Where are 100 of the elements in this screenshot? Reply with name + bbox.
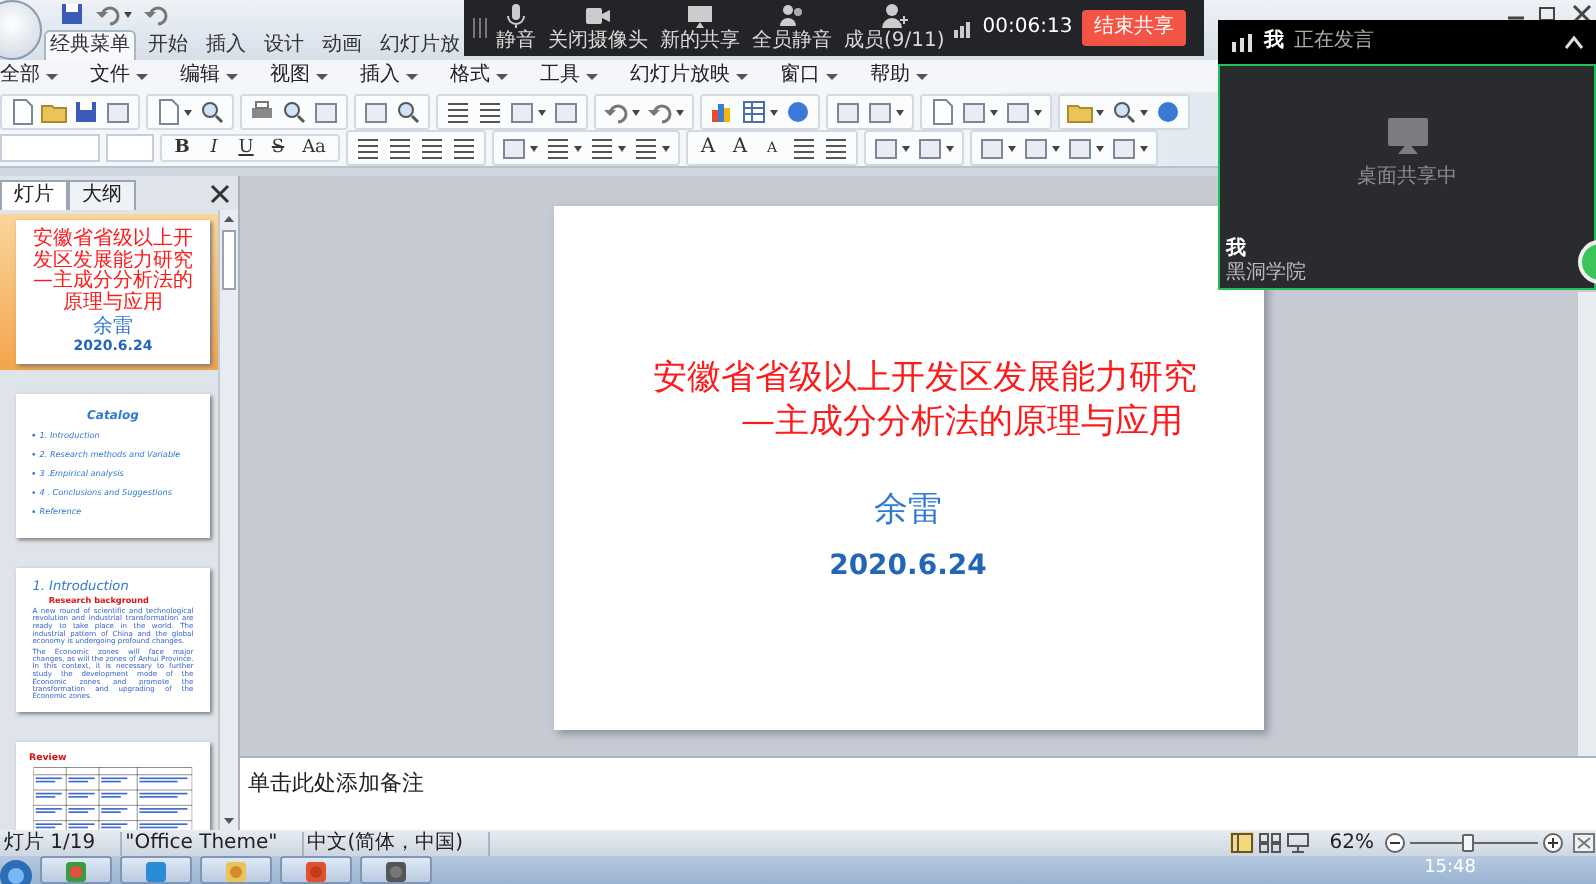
square-icon[interactable]: [508, 98, 548, 126]
square-icon[interactable]: [312, 98, 340, 126]
document-icon[interactable]: [928, 98, 956, 126]
lines-icon[interactable]: [632, 134, 672, 162]
lines-icon[interactable]: [822, 134, 850, 162]
projector-icon[interactable]: [1285, 832, 1310, 854]
square-icon[interactable]: [1066, 134, 1106, 162]
meeting-button-label[interactable]: 新的共享: [660, 30, 740, 54]
screen-icon[interactable]: [686, 2, 714, 30]
scrollbar[interactable]: [218, 210, 238, 830]
square-icon[interactable]: [500, 134, 540, 162]
close-icon[interactable]: [1568, 4, 1596, 24]
meeting-button-label[interactable]: 关闭摄像头: [548, 30, 648, 54]
change-case-button[interactable]: Aa: [296, 137, 332, 159]
notes-prompt[interactable]: 单击此处添加备注: [248, 770, 424, 796]
lines-icon[interactable]: [450, 134, 478, 162]
font-size-field[interactable]: [106, 134, 154, 162]
square-icon[interactable]: [872, 134, 912, 162]
bar-chart-icon[interactable]: [708, 98, 736, 126]
app-menu-button[interactable]: [0, 0, 42, 60]
menu-item[interactable]: 全部: [0, 64, 58, 88]
zoom-out-icon[interactable]: [1384, 832, 1406, 854]
app-icon[interactable]: [144, 858, 168, 882]
grow-font-button[interactable]: A: [726, 136, 754, 160]
thumbnail-subtitle: —主成分分析法的原理与应用: [33, 272, 193, 315]
strikethrough-button[interactable]: S: [264, 137, 292, 159]
menu-item[interactable]: 工具: [540, 64, 598, 88]
bold-button[interactable]: B: [168, 137, 196, 159]
app-icon[interactable]: [64, 858, 88, 882]
meeting-button-label[interactable]: 静音: [496, 30, 536, 54]
ribbon-tab[interactable]: 经典菜单: [44, 30, 136, 60]
scrollbar[interactable]: [1576, 292, 1596, 756]
ribbon-tab[interactable]: 设计: [258, 30, 310, 60]
underline-button[interactable]: U: [232, 137, 260, 159]
lines-icon[interactable]: [588, 134, 628, 162]
start-button-icon[interactable]: [0, 856, 32, 884]
close-icon[interactable]: [210, 184, 230, 204]
zoom-slider[interactable]: [1410, 834, 1538, 852]
slide-thumbnail[interactable]: [16, 568, 210, 712]
ribbon-tab[interactable]: 动画: [316, 30, 368, 60]
microphone-icon[interactable]: [502, 2, 530, 30]
menu-item[interactable]: 视图: [270, 64, 328, 88]
font-name-field[interactable]: [0, 134, 100, 162]
menu-item[interactable]: 窗口: [780, 64, 838, 88]
lines-icon[interactable]: [544, 134, 584, 162]
magnifier-icon[interactable]: [1110, 98, 1150, 126]
lines-icon[interactable]: [354, 134, 382, 162]
square-icon[interactable]: [362, 98, 390, 126]
square-icon[interactable]: [866, 98, 906, 126]
meeting-button-label[interactable]: 成员(9/11): [844, 30, 945, 54]
square-icon[interactable]: [1022, 134, 1062, 162]
camera-icon[interactable]: [584, 2, 612, 30]
menu-item[interactable]: 幻灯片放映: [630, 64, 748, 88]
square-icon[interactable]: [960, 98, 1000, 126]
ribbon-tab[interactable]: 插入: [200, 30, 252, 60]
lines-icon[interactable]: [790, 134, 818, 162]
grid-view-icon[interactable]: [1257, 832, 1282, 854]
zoom-in-icon[interactable]: [1542, 832, 1564, 854]
restore-icon[interactable]: [1536, 4, 1560, 24]
collapse-icon[interactable]: [1564, 34, 1584, 50]
square-icon[interactable]: [1004, 98, 1044, 126]
menu-item[interactable]: 文件: [90, 64, 148, 88]
square-icon[interactable]: [916, 134, 956, 162]
ribbon-tab[interactable]: 幻灯片放: [374, 30, 466, 60]
slider-thumb[interactable]: [1462, 834, 1475, 852]
lines-icon[interactable]: [444, 98, 472, 126]
square-icon[interactable]: [834, 98, 862, 126]
square-icon[interactable]: [104, 98, 132, 126]
magnifier-icon[interactable]: [280, 98, 308, 126]
menu-item[interactable]: 编辑: [180, 64, 238, 88]
italic-button[interactable]: I: [200, 137, 228, 159]
document-icon[interactable]: [8, 98, 36, 126]
share-status: 桌面共享中: [1357, 166, 1457, 190]
normal-view-icon[interactable]: [1229, 832, 1254, 854]
app-icon[interactable]: [384, 858, 408, 882]
document-icon[interactable]: [154, 98, 194, 126]
square-icon[interactable]: [978, 134, 1018, 162]
lines-icon[interactable]: [476, 98, 504, 126]
table-icon[interactable]: [740, 98, 780, 126]
person-add-icon[interactable]: [880, 2, 909, 30]
zoom-level[interactable]: 62%: [1329, 831, 1374, 855]
lines-icon[interactable]: [386, 134, 414, 162]
fit-window-icon[interactable]: [1572, 832, 1596, 854]
font-color-button[interactable]: A: [694, 136, 722, 160]
panel-tab[interactable]: 大纲: [68, 180, 136, 210]
menu-item[interactable]: 插入: [360, 64, 418, 88]
square-icon[interactable]: [552, 98, 580, 126]
app-icon[interactable]: [304, 858, 328, 882]
people-icon[interactable]: [778, 2, 806, 30]
scrollbar-thumb[interactable]: [222, 230, 236, 290]
menu-item[interactable]: 格式: [450, 64, 508, 88]
magnifier-icon[interactable]: [394, 98, 422, 126]
drag-handle-icon[interactable]: [472, 16, 488, 40]
square-icon[interactable]: [1110, 134, 1150, 162]
ribbon-tab[interactable]: 开始: [142, 30, 194, 60]
panel-tab[interactable]: 灯片: [0, 180, 68, 210]
lines-icon[interactable]: [418, 134, 446, 162]
meeting-button-label[interactable]: 全员静音: [752, 30, 832, 54]
magnifier-icon[interactable]: [198, 98, 226, 126]
menu-item[interactable]: 帮助: [870, 64, 928, 88]
